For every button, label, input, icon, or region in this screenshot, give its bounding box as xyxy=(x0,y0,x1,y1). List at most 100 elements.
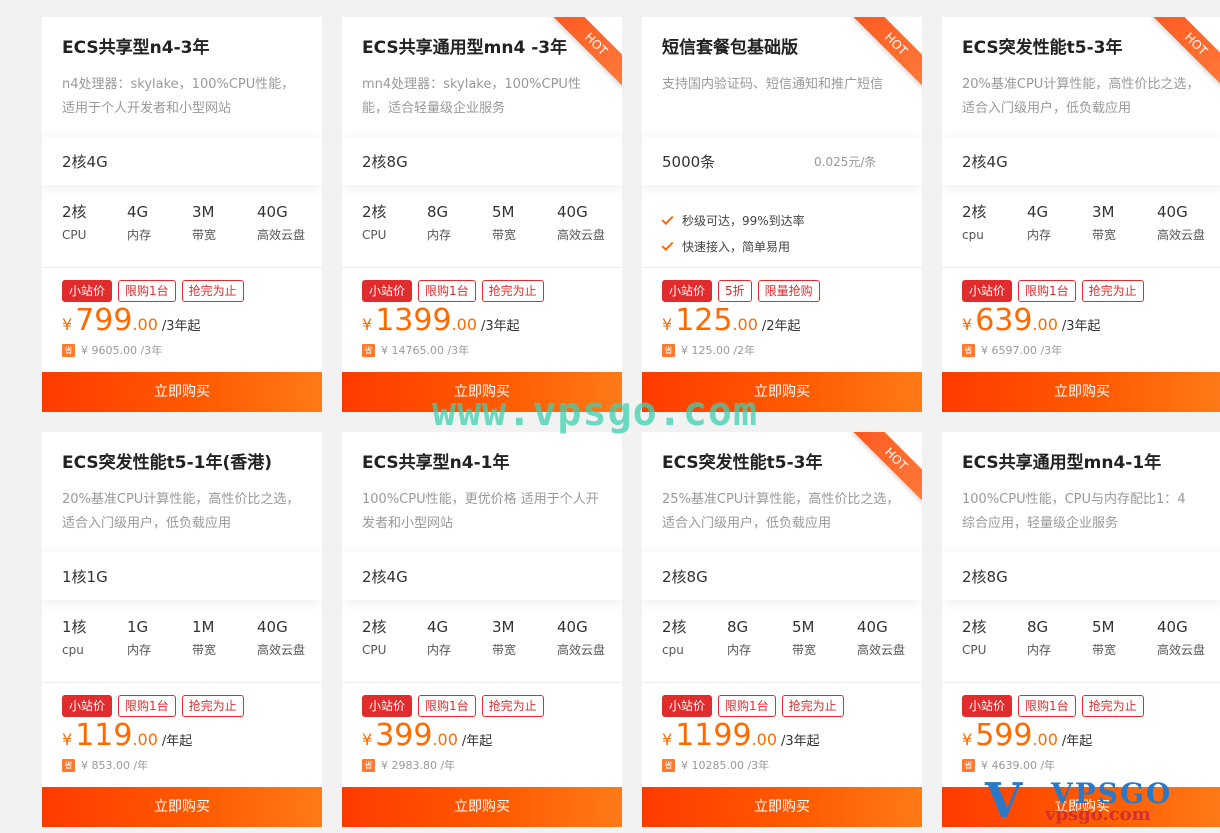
spec-cell: 3M 带宽 xyxy=(492,617,557,657)
spec-cell: 40G 高效云盘 xyxy=(257,617,322,657)
promo-tag: 限购1台 xyxy=(118,695,176,717)
save-icon: 省 xyxy=(662,343,675,357)
spec-cell: 2核 CPU xyxy=(362,617,427,657)
logo-letter: V xyxy=(985,773,1023,829)
spec-value: 4G xyxy=(427,618,449,636)
spec-summary[interactable]: 2核8G xyxy=(942,552,1220,600)
spec-cell: 5M 带宽 xyxy=(792,617,857,657)
spec-summary[interactable]: 5000条 0.025元/条 xyxy=(642,137,922,185)
original-price-text: ¥ 9605.00 /3年 xyxy=(81,344,163,357)
card-description: 100%CPU性能，CPU与内存配比1：4 综合应用，轻量级企业服务 xyxy=(962,492,1186,531)
spec-summary[interactable]: 2核4G xyxy=(342,552,622,600)
hot-badge: HOT xyxy=(552,17,622,88)
price-integer: 1199 xyxy=(675,718,752,753)
spec-cell: 2核 CPU xyxy=(362,202,427,242)
spec-cell: 40G 高效云盘 xyxy=(1157,202,1220,242)
spec-label: cpu xyxy=(662,643,684,657)
buy-now-button[interactable]: 立即购买 xyxy=(342,787,622,827)
card-title: ECS突发性能t5-1年(香港) xyxy=(62,453,273,473)
feature-text: 快速接入，简单易用 xyxy=(682,239,791,254)
tag-list: 小站价 限购1台 抢完为止 xyxy=(62,280,302,302)
vpsgo-logo: V VPSGO vpsgo.com xyxy=(985,777,1210,829)
price-decimal: .00 xyxy=(132,730,158,749)
original-price-text: ¥ 4639.00 /年 xyxy=(981,759,1056,772)
feature-text: 秒级可达，99%到达率 xyxy=(682,213,805,228)
spec-label: 内存 xyxy=(727,643,752,657)
spec-value: 3M xyxy=(192,203,215,221)
price-integer: 1399 xyxy=(375,303,452,338)
spec-summary[interactable]: 2核4G xyxy=(42,137,322,185)
price-period: /3年起 xyxy=(161,319,201,334)
spec-grid: 2核 CPU 4G 内存 3M 带宽 40G 高效云盘 xyxy=(342,600,622,657)
original-price: 省 ¥ 4639.00 /年 xyxy=(962,757,1202,773)
spec-value: 4G xyxy=(1027,203,1049,221)
tag-list: 小站价 限购1台 抢完为止 xyxy=(362,280,602,302)
promo-tag: 抢完为止 xyxy=(1081,695,1144,717)
spec-cell: 1核 cpu xyxy=(62,617,127,657)
spec-value: 8G xyxy=(727,618,749,636)
promo-tag: 5折 xyxy=(718,280,752,302)
tag-list: 小站价 限购1台 抢完为止 xyxy=(362,695,602,717)
card-description: 100%CPU性能，更优价格 适用于个人开发者和小型网站 xyxy=(362,492,599,531)
original-price: 省 ¥ 14765.00 /3年 xyxy=(362,342,602,358)
price: ¥1399.00/3年起 xyxy=(362,304,602,340)
spec-label: 高效云盘 xyxy=(557,228,606,242)
card-header: ECS共享型n4-1年 100%CPU性能，更优价格 适用于个人开发者和小型网站 xyxy=(342,432,622,552)
spec-value: 3M xyxy=(492,618,515,636)
spec-grid: 1核 cpu 1G 内存 1M 带宽 40G 高效云盘 xyxy=(42,600,322,657)
buy-now-button[interactable]: 立即购买 xyxy=(642,787,922,827)
spec-label: 带宽 xyxy=(792,643,817,657)
spec-label: 带宽 xyxy=(192,643,217,657)
spec-summary[interactable]: 1核1G xyxy=(42,552,322,600)
price: ¥119.00/年起 xyxy=(62,719,302,755)
spec-cell: 40G 高效云盘 xyxy=(557,617,622,657)
price-area: 小站价 限购1台 抢完为止 ¥1399.00/3年起省 ¥ 14765.00 /3年 xyxy=(342,268,622,372)
spec-label: cpu xyxy=(962,228,984,242)
spec-summary-label: 2核8G xyxy=(362,152,408,171)
original-price-text: ¥ 2983.80 /年 xyxy=(381,759,456,772)
spec-value: 8G xyxy=(1027,618,1049,636)
spec-value: 2核 xyxy=(962,203,987,221)
hot-ribbon: HOT xyxy=(542,17,622,97)
spec-cell: 1M 带宽 xyxy=(192,617,257,657)
buy-now-button[interactable]: 立即购买 xyxy=(42,787,322,827)
promo-tag: 小站价 xyxy=(62,695,113,717)
spec-cell: 8G 内存 xyxy=(427,202,492,242)
buy-now-button[interactable]: 立即购买 xyxy=(942,372,1220,412)
price: ¥125.00/2年起 xyxy=(662,304,902,340)
buy-now-button[interactable]: 立即购买 xyxy=(42,372,322,412)
promo-tag: 抢完为止 xyxy=(481,695,544,717)
spec-cell: 3M 带宽 xyxy=(1092,202,1157,242)
feature-item: 秒级可达，99%到达率 xyxy=(661,207,922,233)
card-description: n4处理器：skylake，100%CPU性能，适用于个人开发者和小型网站 xyxy=(62,77,295,116)
price-period: /年起 xyxy=(1061,734,1093,749)
spec-label: 高效云盘 xyxy=(1157,228,1206,242)
promo-tag: 抢完为止 xyxy=(181,695,244,717)
spec-label: 高效云盘 xyxy=(557,643,606,657)
currency-symbol: ¥ xyxy=(662,315,673,334)
price-integer: 125 xyxy=(675,303,733,338)
spec-cell: 3M 带宽 xyxy=(192,202,257,242)
original-price: 省 ¥ 853.00 /年 xyxy=(62,757,302,773)
price: ¥799.00/3年起 xyxy=(62,304,302,340)
spec-summary[interactable]: 2核8G xyxy=(342,137,622,185)
save-icon: 省 xyxy=(62,343,75,357)
original-price-text: ¥ 125.00 /2年 xyxy=(681,344,756,357)
spec-summary[interactable]: 2核8G xyxy=(642,552,922,600)
product-card: ECS共享通用型mn4-1年 100%CPU性能，CPU与内存配比1：4 综合应用… xyxy=(942,432,1220,827)
spec-cell: 1G 内存 xyxy=(127,617,192,657)
spec-details: 秒级可达，99%到达率 快速接入，简单易用 xyxy=(642,185,922,268)
price: ¥399.00/年起 xyxy=(362,719,602,755)
product-card: ECS突发性能t5-1年(香港) 20%基准CPU计算性能，高性价比之选，适合入门… xyxy=(42,432,322,827)
price-period: /3年起 xyxy=(1061,319,1101,334)
spec-label: 带宽 xyxy=(192,228,217,242)
promo-tag: 小站价 xyxy=(962,695,1013,717)
hot-badge: HOT xyxy=(852,17,922,88)
save-icon: 省 xyxy=(62,758,75,772)
spec-label: 内存 xyxy=(427,228,452,242)
hot-ribbon: HOT xyxy=(842,17,922,97)
currency-symbol: ¥ xyxy=(962,730,973,749)
spec-value: 40G xyxy=(1157,618,1188,636)
spec-summary[interactable]: 2核4G xyxy=(942,137,1220,185)
original-price-text: ¥ 6597.00 /3年 xyxy=(981,344,1063,357)
